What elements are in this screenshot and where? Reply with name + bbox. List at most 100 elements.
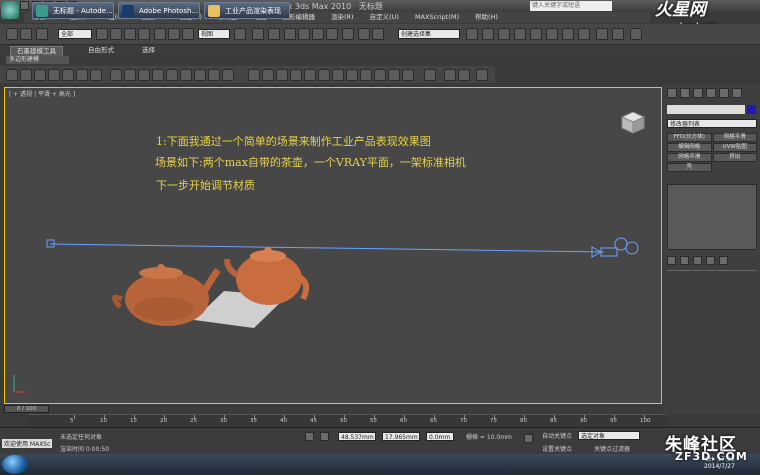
teapot-render-icon[interactable] [630,28,642,40]
shelf-icon-29[interactable] [424,69,436,81]
selection-filter-dropdown[interactable]: 全部 [58,29,92,39]
z-coord-field[interactable]: 0.0mm [426,432,454,441]
menu-maxscript[interactable]: MAXScript(M) [407,12,467,23]
rotate-icon[interactable] [168,28,180,40]
shelf-icon-19[interactable] [276,69,288,81]
layer-manager-icon[interactable] [466,28,478,40]
shelf-icon-1[interactable] [6,69,18,81]
configure-sets-icon[interactable] [719,256,728,265]
viewcube-icon[interactable] [618,108,648,136]
utilities-panel-icon[interactable] [732,88,742,98]
shelf-icon-8[interactable] [110,69,122,81]
modifier-button[interactable]: 网格平滑 [712,133,757,142]
edit-named-sel-icon[interactable] [342,28,354,40]
window-crossing-icon[interactable] [138,28,150,40]
manipulate-icon[interactable] [252,28,264,40]
shelf-icon-27[interactable] [388,69,400,81]
shelf-icon-26[interactable] [374,69,386,81]
link-icon[interactable] [36,28,48,40]
rect-selection-icon[interactable] [124,28,136,40]
angle-snap-icon[interactable] [298,28,310,40]
snap-toggle-icon[interactable] [284,28,296,40]
modifier-button[interactable]: 壳 [667,163,712,172]
curve-editor-icon[interactable] [498,28,510,40]
make-unique-icon[interactable] [693,256,702,265]
time-slider-knob[interactable]: 0 / 100 [4,405,49,413]
schematic-view-icon[interactable] [514,28,526,40]
shelf-icon-20[interactable] [290,69,302,81]
motion-panel-icon[interactable] [706,88,716,98]
shelf-icon-12[interactable] [166,69,178,81]
modifier-button[interactable]: FFD(长方体) [667,133,712,142]
object-name-field[interactable] [667,105,745,114]
render-setup-icon[interactable] [546,28,558,40]
hierarchy-panel-icon[interactable] [693,88,703,98]
show-end-result-icon[interactable] [680,256,689,265]
shelf-icon-21[interactable] [304,69,316,81]
time-slider[interactable]: 0 / 100 [0,405,663,413]
shelf-icon-2[interactable] [20,69,32,81]
move-icon[interactable] [154,28,166,40]
shelf-icon-15[interactable] [208,69,220,81]
key-icon[interactable] [524,434,533,443]
shelf-icon-30[interactable] [444,69,456,81]
display-panel-icon[interactable] [719,88,729,98]
taskbar-item-folder[interactable]: 工业产品渲染表现 [204,2,290,19]
shelf-icon-31[interactable] [458,69,470,81]
taskbar-item-3dsmax[interactable]: 无标题 - Autode... [32,2,114,19]
shelf-icon-24[interactable] [346,69,358,81]
select-object-icon[interactable] [96,28,108,40]
absolute-mode-icon[interactable] [320,432,329,441]
shelf-icon-13[interactable] [180,69,192,81]
shelf-icon-32[interactable] [476,69,488,81]
key-selection-dropdown[interactable]: 选定对象 [578,431,640,440]
shelf-icon-25[interactable] [360,69,372,81]
lock-selection-icon[interactable] [305,432,314,441]
new-file-icon[interactable] [20,1,29,10]
object-color-swatch[interactable] [747,105,756,114]
shelf-icon-11[interactable] [152,69,164,81]
graphite-toggle-icon[interactable] [482,28,494,40]
select-by-name-icon[interactable] [110,28,122,40]
percent-snap-icon[interactable] [312,28,324,40]
menu-customize[interactable]: 自定义(U) [362,12,407,23]
shelf-icon-18[interactable] [262,69,274,81]
shelf-icon-5[interactable] [62,69,74,81]
shelf-icon-9[interactable] [124,69,136,81]
set-key-button[interactable]: 设置关键点 [542,444,572,453]
tab-graphite-modeling[interactable]: 石墨建模工具 [10,46,63,56]
polygon-modeling-panel[interactable]: 多边形建模 [6,56,69,64]
x-coord-field[interactable]: 48.537mm [338,432,376,441]
application-menu-icon[interactable] [1,1,19,19]
shelf-icon-10[interactable] [138,69,150,81]
mirror-icon[interactable] [358,28,370,40]
create-panel-icon[interactable] [667,88,677,98]
modifier-button[interactable]: 网格平滑 [667,153,712,162]
modifier-stack[interactable] [667,184,757,250]
shelf-icon-17[interactable] [248,69,260,81]
key-filters-button[interactable]: 关键点过滤器 [594,444,630,453]
shelf-icon-23[interactable] [332,69,344,81]
named-selection-dropdown[interactable]: 创建选择集 [398,29,460,39]
render-production-icon[interactable] [578,28,590,40]
tab-freeform[interactable]: 自由形式 [82,46,120,55]
material-editor-icon[interactable] [530,28,542,40]
modify-panel-icon[interactable] [680,88,690,98]
shelf-icon-16[interactable] [222,69,234,81]
shelf-icon-6[interactable] [76,69,88,81]
redo-toolbar-icon[interactable] [20,28,32,40]
maxscript-listener[interactable]: 欢迎使用 MAXSc [2,439,53,448]
shelf-icon-22[interactable] [318,69,330,81]
auto-key-button[interactable]: 自动关键点 [542,431,572,440]
rendered-frame-icon[interactable] [562,28,574,40]
shelf-icon-14[interactable] [194,69,206,81]
shelf-icon-7[interactable] [90,69,102,81]
remove-modifier-icon[interactable] [706,256,715,265]
shelf-icon-4[interactable] [48,69,60,81]
search-input[interactable]: 键入关键字或短语 [530,1,612,11]
modifier-button[interactable]: 挤出 [712,153,757,162]
keyboard-shortcut-icon[interactable] [268,28,280,40]
shelf-icon-3[interactable] [34,69,46,81]
modifier-button[interactable]: 编辑网格 [667,143,712,152]
start-button[interactable] [2,455,28,474]
